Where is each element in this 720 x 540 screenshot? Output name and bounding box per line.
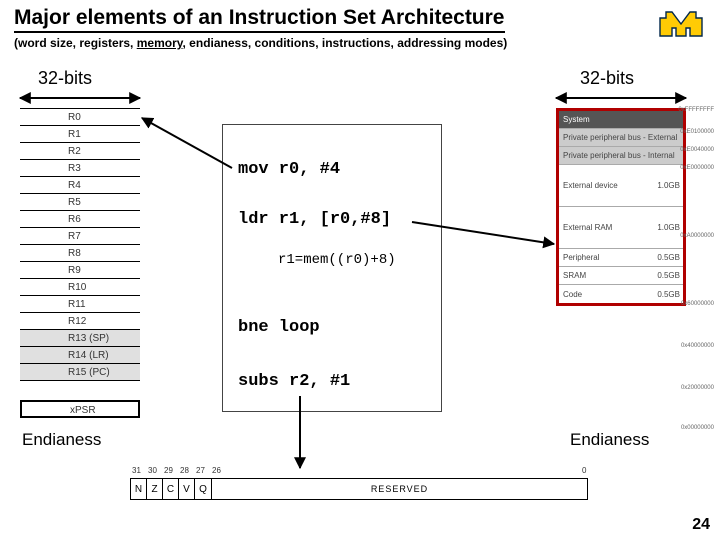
reg-row: R8 <box>20 245 140 262</box>
memory-region: Private peripheral bus - Internal <box>559 147 683 165</box>
reg-row: R0 <box>20 109 140 126</box>
tick: 30 <box>148 466 157 475</box>
tick: 29 <box>164 466 173 475</box>
label-endianess-left: Endianess <box>22 430 101 450</box>
code-ldr: ldr r1, [r0,#8] <box>238 210 391 229</box>
tick: 28 <box>180 466 189 475</box>
tick: 0 <box>582 466 586 475</box>
mem-addr: 0x20000000 <box>681 385 714 391</box>
flag-z: Z <box>147 479 163 499</box>
flag-v: V <box>179 479 195 499</box>
reg-row-lr: R14 (LR) <box>20 347 140 364</box>
memory-region: External device1.0GB <box>559 165 683 207</box>
reg-row: R5 <box>20 194 140 211</box>
reg-row: R2 <box>20 143 140 160</box>
reg-row: R10 <box>20 279 140 296</box>
reg-row: R11 <box>20 296 140 313</box>
register-table: R0 R1 R2 R3 R4 R5 R6 R7 R8 R9 R10 R11 R1… <box>20 108 140 381</box>
code-expl: r1=mem((r0)+8) <box>278 252 396 268</box>
reg-row: R12 <box>20 313 140 330</box>
code-bne: bne loop <box>238 318 320 337</box>
memory-region: System <box>559 111 683 129</box>
tick: 31 <box>132 466 141 475</box>
slide-subtitle: (word size, registers, memory, endianess… <box>14 36 507 50</box>
reg-row: R9 <box>20 262 140 279</box>
label-32bits-right: 32-bits <box>580 68 634 89</box>
reg-row: R1 <box>20 126 140 143</box>
reg-row: R4 <box>20 177 140 194</box>
mem-addr: 0xA0000000 <box>680 233 714 239</box>
subtitle-pre: (word size, registers, <box>14 36 137 50</box>
subtitle-memory: memory <box>137 36 183 50</box>
label-endianess-right: Endianess <box>570 430 649 450</box>
memory-region: Peripheral0.5GB <box>559 249 683 267</box>
mem-addr: 0x60000000 <box>681 301 714 307</box>
mem-addr: 0xE0040000 <box>680 147 714 153</box>
memory-region: Code0.5GB <box>559 285 683 303</box>
reg-row: R7 <box>20 228 140 245</box>
flag-c: C <box>163 479 179 499</box>
reg-xpsr: xPSR <box>20 400 140 418</box>
mem-addr: 0xFFFFFFFF <box>678 107 714 113</box>
slide-title: Major elements of an Instruction Set Arc… <box>14 6 505 33</box>
flag-n: N <box>131 479 147 499</box>
subtitle-post: , endianess, conditions, instructions, a… <box>183 36 508 50</box>
xpsr-flags-bar: 31 30 29 28 27 26 0 N Z C V Q RESERVED <box>130 466 590 508</box>
mem-addr: 0xE0100000 <box>680 129 714 135</box>
label-32bits-left: 32-bits <box>38 68 92 89</box>
flag-q: Q <box>195 479 211 499</box>
reg-row-sp: R13 (SP) <box>20 330 140 347</box>
mem-addr: 0x40000000 <box>681 343 714 349</box>
tick: 27 <box>196 466 205 475</box>
reg-row-pc: R15 (PC) <box>20 364 140 381</box>
flags-reserved: RESERVED <box>212 478 588 500</box>
memory-region: Private peripheral bus - External <box>559 129 683 147</box>
reg-row: R3 <box>20 160 140 177</box>
memory-region: External RAM1.0GB <box>559 207 683 249</box>
memory-map: SystemPrivate peripheral bus - ExternalP… <box>556 108 686 306</box>
michigan-logo <box>658 6 704 38</box>
tick: 26 <box>212 466 221 475</box>
mem-addr: 0xE0000000 <box>680 165 714 171</box>
code-mov: mov r0, #4 <box>238 160 340 179</box>
slide-number: 24 <box>692 516 710 534</box>
reg-row: R6 <box>20 211 140 228</box>
mem-addr: 0x00000000 <box>681 425 714 431</box>
memory-region: SRAM0.5GB <box>559 267 683 285</box>
flag-cells: N Z C V Q <box>130 478 212 500</box>
code-subs: subs r2, #1 <box>238 372 350 391</box>
